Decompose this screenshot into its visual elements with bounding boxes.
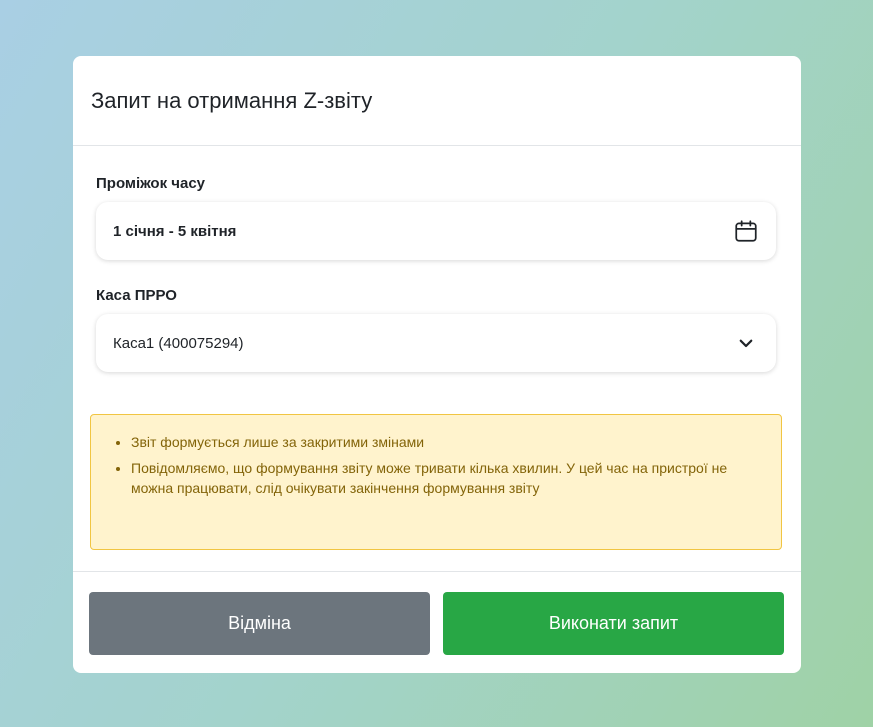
cash-register-value: Каса1 (400075294) [113, 334, 244, 352]
cancel-button[interactable]: Відміна [89, 592, 430, 655]
modal-body: Проміжок часу 1 січня - 5 квітня Каса ПР… [73, 146, 801, 572]
submit-request-button[interactable]: Виконати запит [443, 592, 784, 655]
calendar-icon[interactable] [732, 217, 760, 245]
modal-header: Запит на отримання Z-звіту [73, 56, 801, 146]
date-range-picker[interactable]: 1 січня - 5 квітня [96, 202, 776, 260]
z-report-request-modal: Запит на отримання Z-звіту Проміжок часу… [73, 56, 801, 673]
chevron-down-icon [732, 329, 760, 357]
alert-item: Звіт формується лише за закритими змінам… [131, 432, 761, 452]
modal-title: Запит на отримання Z-звіту [91, 87, 373, 113]
date-range-label: Проміжок часу [96, 175, 206, 192]
date-range-value: 1 січня - 5 квітня [113, 222, 237, 240]
alert-list: Звіт формується лише за закритими змінам… [113, 432, 761, 498]
alert-item: Повідомляємо, що формування звіту може т… [131, 458, 761, 498]
cash-register-select[interactable]: Каса1 (400075294) [96, 314, 776, 372]
cash-register-label: Каса ПРРО [96, 287, 177, 304]
warning-alert: Звіт формується лише за закритими змінам… [90, 414, 782, 550]
modal-footer: Відміна Виконати запит [73, 572, 801, 673]
